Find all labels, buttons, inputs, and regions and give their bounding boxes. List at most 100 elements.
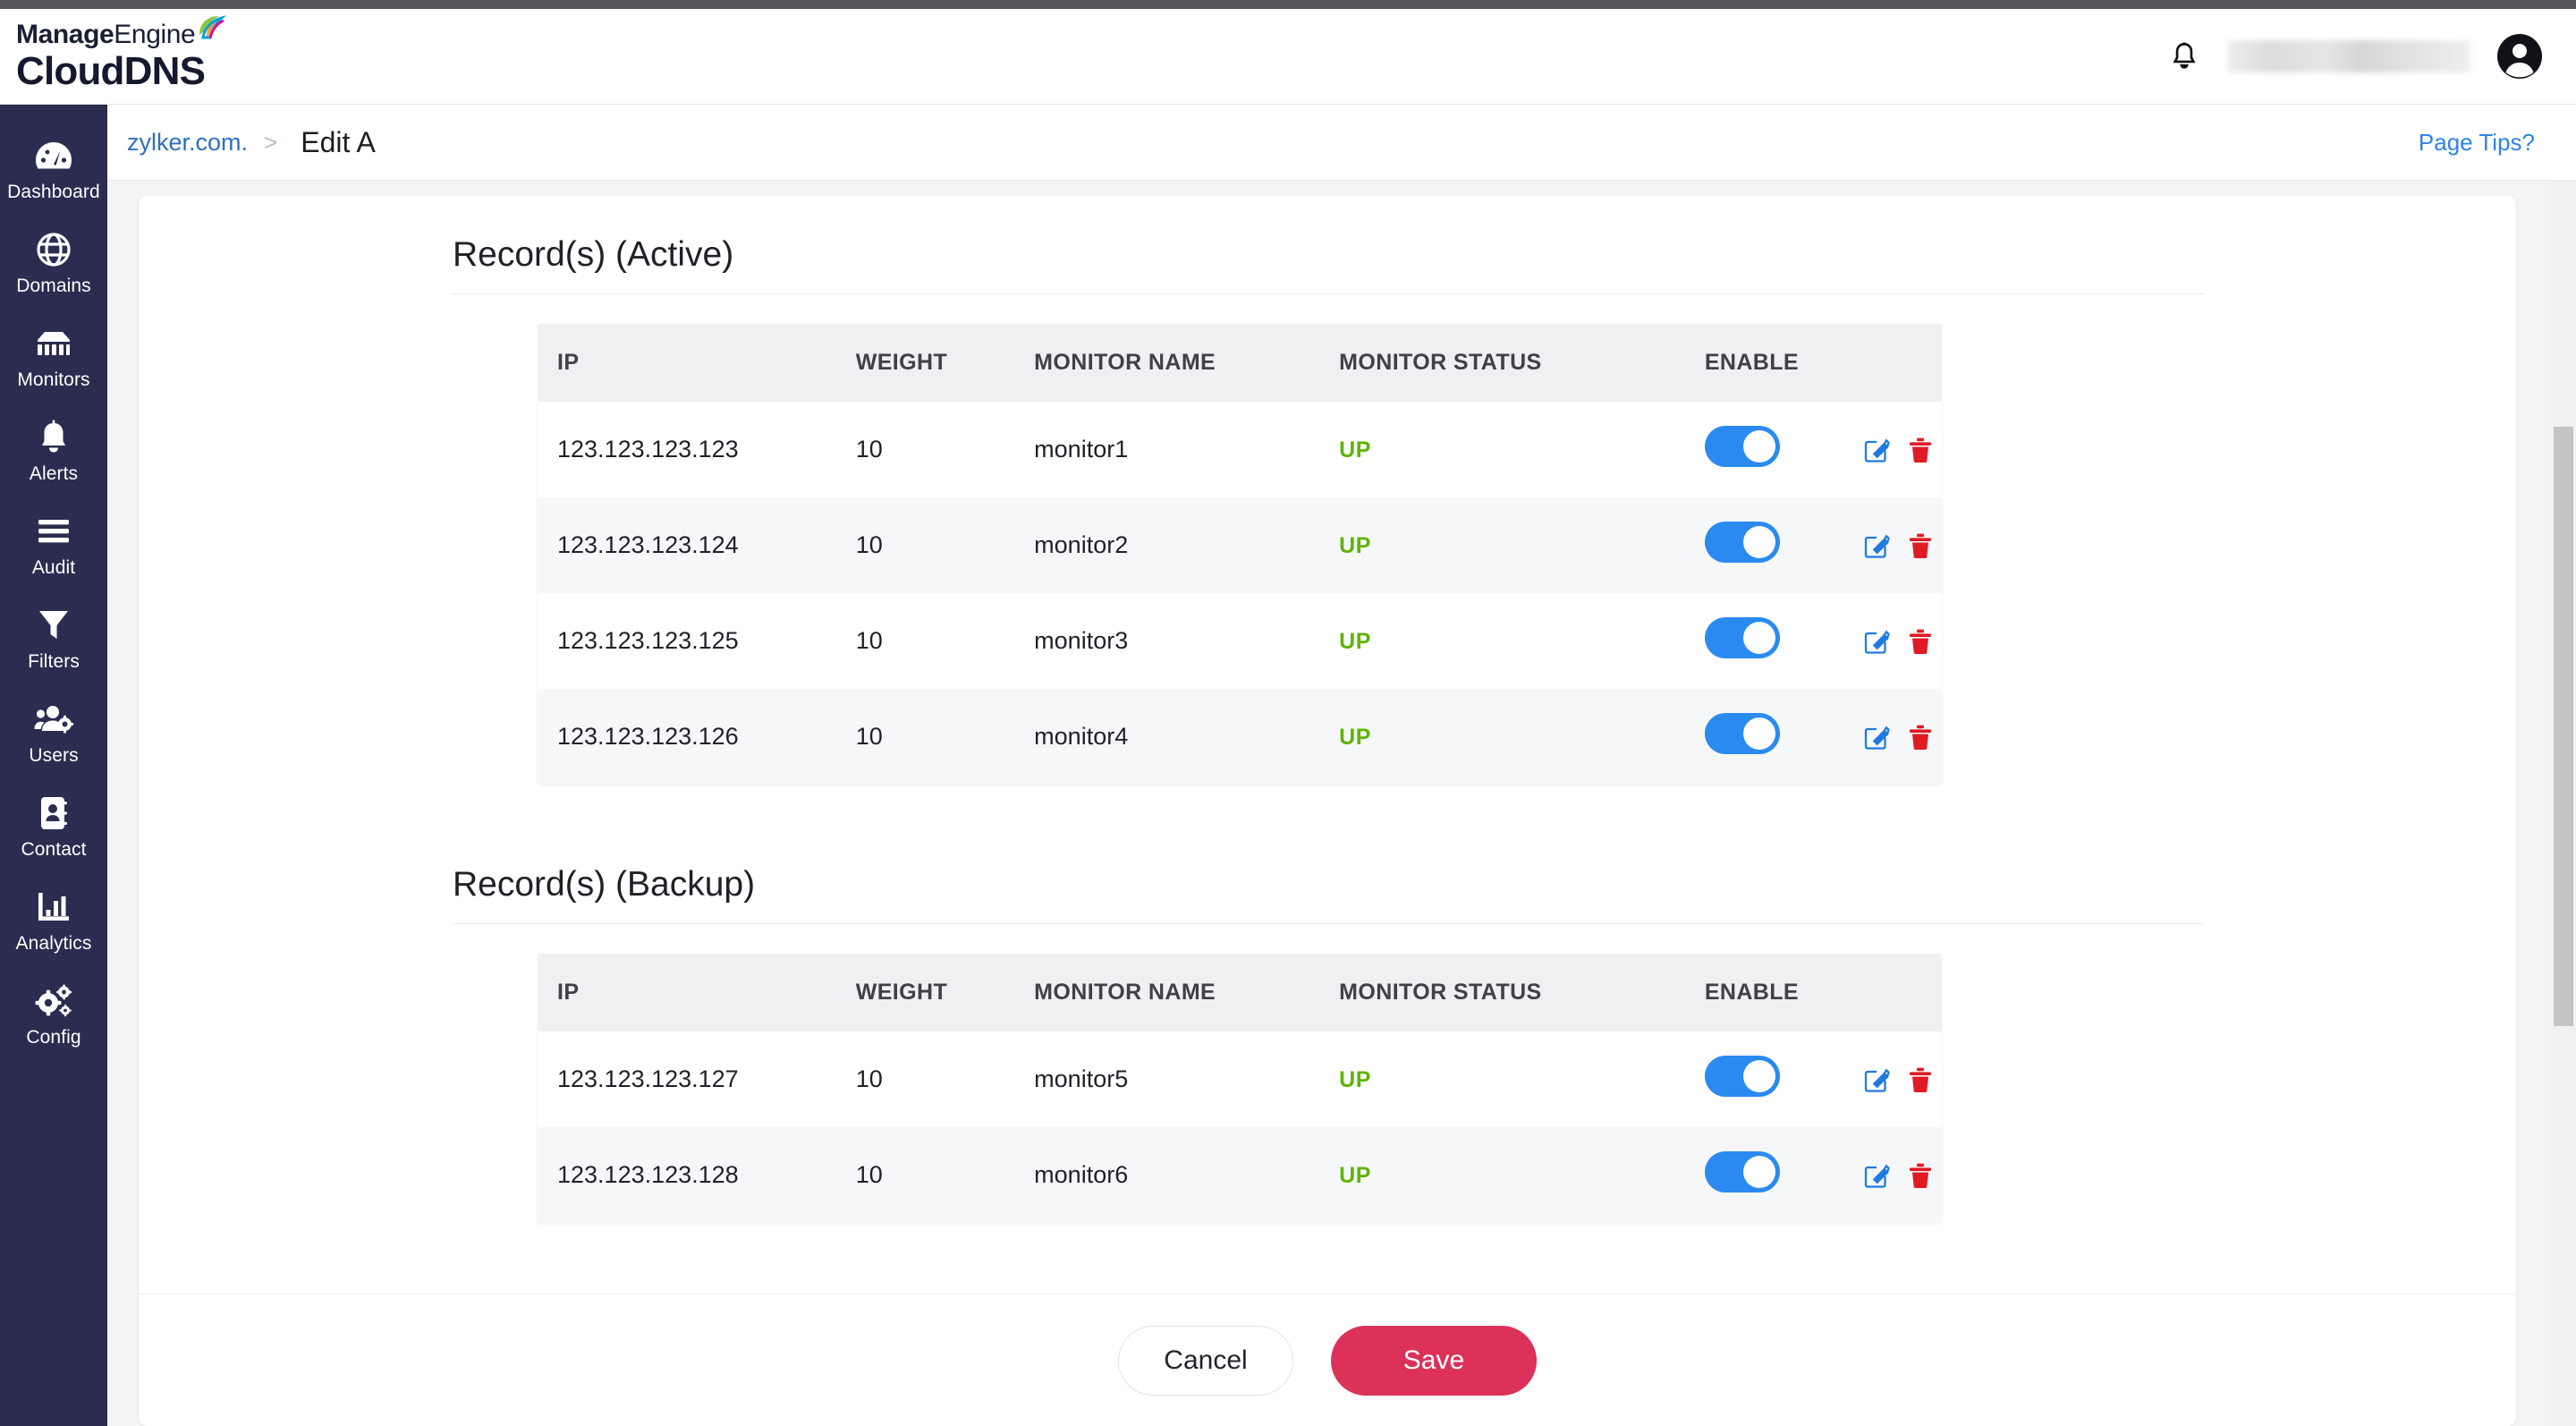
scrollbar-thumb[interactable] [2554, 427, 2573, 1026]
sidebar-item-label: Audit [32, 557, 75, 579]
row-action-group [1863, 1066, 1942, 1093]
status-badge: UP [1339, 533, 1371, 558]
cell-enable [1705, 497, 1863, 593]
cell-weight: 10 [856, 402, 1034, 497]
trash-delete-icon[interactable] [1908, 532, 1933, 559]
sidebar-item-config[interactable]: Config [0, 968, 107, 1062]
page-vertical-scrollbar[interactable] [2551, 181, 2576, 1426]
table-row: 123.123.123.128 10 monitor6 UP [538, 1127, 1942, 1223]
cancel-button[interactable]: Cancel [1118, 1326, 1293, 1396]
breadcrumb-domain-link[interactable]: zylker.com. [127, 129, 248, 157]
sidebar-item-alerts[interactable]: Alerts [0, 404, 107, 498]
browser-top-strip [0, 0, 2576, 9]
sidebar-item-label: Filters [28, 651, 80, 673]
enable-toggle-switch[interactable] [1705, 713, 1780, 754]
funnel-icon [38, 607, 70, 644]
enable-toggle-switch[interactable] [1705, 1056, 1780, 1097]
app-header: ManageEngine CloudDNS [0, 9, 2576, 105]
section-title: Record(s) (Backup) [451, 865, 2204, 904]
cell-ip: 123.123.123.124 [538, 497, 856, 593]
trash-delete-icon[interactable] [1908, 1162, 1933, 1189]
brand-manageengine: ManageEngine [16, 21, 226, 48]
table-row: 123.123.123.126 10 monitor4 UP [538, 689, 1942, 785]
cell-monitor-status: UP [1339, 497, 1705, 593]
edit-record-card: Record(s) (Active) IP WEIGHT MONITOR NAM… [139, 196, 2516, 1426]
enable-toggle-switch[interactable] [1705, 426, 1780, 467]
sidebar-item-filters[interactable]: Filters [0, 592, 107, 686]
edit-pencil-icon[interactable] [1863, 437, 1890, 463]
users-gear-icon [34, 700, 73, 738]
breadcrumb-separator-icon: > [264, 129, 277, 157]
sidebar-item-contact[interactable]: Contact [0, 780, 107, 874]
sidebar-item-analytics[interactable]: Analytics [0, 874, 107, 968]
brand-manage-text: Manage [16, 21, 114, 48]
cell-monitor-name: monitor3 [1034, 593, 1339, 689]
sidebar-item-label: Domains [16, 276, 91, 297]
trash-delete-icon[interactable] [1908, 628, 1933, 655]
cell-actions [1863, 497, 1942, 593]
cell-monitor-name: monitor2 [1034, 497, 1339, 593]
edit-pencil-icon[interactable] [1863, 724, 1890, 751]
column-header-monitor-status: MONITOR STATUS [1339, 324, 1705, 402]
cell-weight: 10 [856, 1127, 1034, 1223]
column-header-monitor-name: MONITOR NAME [1034, 324, 1339, 402]
enable-toggle-switch[interactable] [1705, 617, 1780, 658]
enable-toggle-switch[interactable] [1705, 522, 1780, 563]
cell-weight: 10 [856, 1031, 1034, 1127]
list-lines-icon [36, 513, 72, 550]
trash-delete-icon[interactable] [1908, 1066, 1933, 1093]
sidebar-item-label: Contact [21, 839, 86, 861]
sidebar-item-label: Users [29, 745, 78, 767]
cell-ip: 123.123.123.127 [538, 1031, 856, 1127]
table-row: 123.123.123.123 10 monitor1 UP [538, 402, 1942, 497]
enable-toggle-switch[interactable] [1705, 1151, 1780, 1193]
column-header-monitor-status: MONITOR STATUS [1339, 954, 1705, 1031]
card-scroll-region: Record(s) (Active) IP WEIGHT MONITOR NAM… [139, 196, 2516, 1223]
trash-delete-icon[interactable] [1908, 724, 1933, 751]
table-body: 123.123.123.123 10 monitor1 UP [538, 402, 1942, 785]
sidebar-item-label: Analytics [16, 933, 92, 955]
cell-monitor-status: UP [1339, 1127, 1705, 1223]
column-header-actions [1863, 324, 1942, 402]
status-badge: UP [1339, 725, 1371, 750]
notification-bell-icon[interactable] [2166, 37, 2202, 76]
cell-monitor-name: monitor1 [1034, 402, 1339, 497]
cell-enable [1705, 689, 1863, 785]
edit-pencil-icon[interactable] [1863, 532, 1890, 559]
sidebar-item-audit[interactable]: Audit [0, 498, 107, 592]
cell-monitor-status: UP [1339, 1031, 1705, 1127]
edit-pencil-icon[interactable] [1863, 1066, 1890, 1093]
row-action-group [1863, 1162, 1942, 1189]
save-button[interactable]: Save [1331, 1326, 1537, 1396]
manageengine-swoosh-icon [196, 13, 226, 48]
sidebar-item-users[interactable]: Users [0, 686, 107, 780]
sidebar-item-label: Dashboard [7, 182, 100, 203]
page-tips-link[interactable]: Page Tips? [2419, 129, 2535, 157]
cell-enable [1705, 1031, 1863, 1127]
sidebar-item-domains[interactable]: Domains [0, 216, 107, 310]
cell-enable [1705, 402, 1863, 497]
cell-ip: 123.123.123.125 [538, 593, 856, 689]
column-header-enable: ENABLE [1705, 324, 1863, 402]
status-badge: UP [1339, 629, 1371, 654]
breadcrumb: zylker.com. > Edit A [127, 126, 376, 159]
sidebar-item-monitors[interactable]: Monitors [0, 310, 107, 404]
row-action-group [1863, 724, 1942, 751]
trash-delete-icon[interactable] [1908, 437, 1933, 463]
sidebar-item-dashboard[interactable]: Dashboard [0, 123, 107, 216]
row-action-group [1863, 437, 1942, 463]
cell-ip: 123.123.123.123 [538, 402, 856, 497]
cell-ip: 123.123.123.128 [538, 1127, 856, 1223]
cell-monitor-name: monitor6 [1034, 1127, 1339, 1223]
column-header-monitor-name: MONITOR NAME [1034, 954, 1339, 1031]
status-badge: UP [1339, 437, 1371, 463]
edit-pencil-icon[interactable] [1863, 1162, 1890, 1189]
column-header-weight: WEIGHT [856, 324, 1034, 402]
globe-icon [36, 231, 72, 268]
user-avatar-icon[interactable] [2496, 32, 2544, 81]
monitor-rack-icon [35, 325, 72, 362]
bell-icon [38, 419, 70, 456]
row-action-group [1863, 628, 1942, 655]
edit-pencil-icon[interactable] [1863, 628, 1890, 655]
header-right-group [2166, 32, 2544, 81]
